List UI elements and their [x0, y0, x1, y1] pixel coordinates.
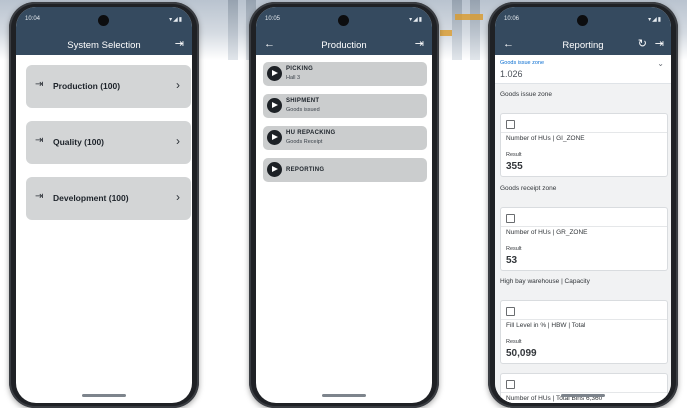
- logout-icon[interactable]: ⇥: [415, 37, 424, 51]
- app-bar: 10:04 ▾◢▮ System Selection ⇥: [16, 7, 192, 55]
- item-subtitle: Goods Receipt: [286, 139, 323, 145]
- chevron-right-icon: ›: [176, 78, 180, 92]
- chevron-down-icon: ⌄: [657, 59, 664, 68]
- zone-select-label: Goods issue zone: [500, 60, 545, 66]
- play-icon: [267, 98, 282, 113]
- list-item-reporting[interactable]: REPORTING: [263, 158, 427, 182]
- system-item-label: Production (100): [53, 81, 121, 91]
- screen: 10:04 ▾◢▮ System Selection ⇥ ⇥ Productio…: [16, 7, 192, 403]
- item-title: SHIPMENT: [286, 98, 320, 104]
- checkbox-icon[interactable]: [506, 120, 515, 129]
- kpi-tile-gr-zone[interactable]: Number of HUs | GR_ZONE Result 53: [500, 207, 668, 271]
- result-label: Result: [506, 152, 522, 158]
- checkbox-icon[interactable]: [506, 214, 515, 223]
- tile-name: Fill Level in % | HBW | Total: [506, 322, 586, 329]
- home-indicator[interactable]: [82, 394, 126, 397]
- logout-icon[interactable]: ⇥: [655, 37, 664, 51]
- result-value: 50,099: [506, 348, 537, 359]
- logout-icon[interactable]: ⇥: [175, 37, 184, 51]
- item-subtitle: Hall 3: [286, 75, 301, 81]
- result-label: Result: [506, 339, 522, 345]
- play-icon: [267, 130, 282, 145]
- list-item-hu-repacking[interactable]: HU REPACKING Goods Receipt: [263, 126, 427, 150]
- kpi-tile-hbw-fill-level[interactable]: Fill Level in % | HBW | Total Result 50,…: [500, 300, 668, 364]
- enter-icon: ⇥: [35, 135, 44, 146]
- zone-select[interactable]: Goods issue zone 1.026 ⌄: [495, 55, 671, 84]
- status-icons: ▾◢▮: [169, 17, 183, 23]
- enter-icon: ⇥: [35, 79, 44, 90]
- checkbox-icon[interactable]: [506, 380, 515, 389]
- tile-name: Number of HUs | GI_ZONE: [506, 135, 585, 142]
- app-bar: 10:05 ▾◢▮ ← Production ⇥: [256, 7, 432, 55]
- refresh-icon[interactable]: ↻: [638, 37, 647, 51]
- screen: 10:05 ▾◢▮ ← Production ⇥ PICKING Hall 3 …: [256, 7, 432, 403]
- home-indicator[interactable]: [322, 394, 366, 397]
- screen: 10:06 ▾◢▮ ← Reporting ↻ ⇥ Goods issue zo…: [495, 7, 671, 403]
- system-item-production[interactable]: ⇥ Production (100) ›: [26, 65, 191, 108]
- chevron-right-icon: ›: [176, 190, 180, 204]
- status-icons: ▾◢▮: [409, 17, 423, 23]
- home-indicator[interactable]: [561, 394, 605, 397]
- list-item-shipment[interactable]: SHIPMENT Goods issued: [263, 94, 427, 118]
- kpi-tile-gi-zone[interactable]: Number of HUs | GI_ZONE Result 355: [500, 113, 668, 177]
- item-title: HU REPACKING: [286, 130, 336, 136]
- kpi-tile-total-bins[interactable]: Number of HUs | Total Bins 6,360: [500, 373, 668, 403]
- page-title: System Selection: [67, 40, 141, 51]
- checkbox-icon[interactable]: [506, 307, 515, 316]
- play-icon: [267, 66, 282, 81]
- status-time: 10:05: [265, 16, 281, 22]
- system-item-label: Quality (100): [53, 137, 105, 147]
- status-time: 10:06: [504, 16, 520, 22]
- camera-icon: [338, 15, 349, 26]
- group-title: Goods issue zone: [500, 91, 553, 98]
- tile-name: Number of HUs | GR_ZONE: [506, 229, 588, 236]
- item-title: PICKING: [286, 66, 314, 72]
- result-label: Result: [506, 246, 522, 252]
- result-value: 53: [506, 255, 518, 266]
- phone-production: 10:05 ▾◢▮ ← Production ⇥ PICKING Hall 3 …: [249, 2, 439, 408]
- list-item-picking[interactable]: PICKING Hall 3: [263, 62, 427, 86]
- status-icons: ▾◢▮: [648, 17, 662, 23]
- system-item-label: Development (100): [53, 193, 129, 203]
- group-title: Goods receipt zone: [500, 185, 557, 192]
- group-title: High bay warehouse | Capacity: [500, 278, 590, 285]
- camera-icon: [577, 15, 588, 26]
- page-title: Production: [321, 40, 367, 51]
- result-value: 355: [506, 161, 523, 172]
- enter-icon: ⇥: [35, 191, 44, 202]
- system-item-quality[interactable]: ⇥ Quality (100) ›: [26, 121, 191, 164]
- play-icon: [267, 162, 282, 177]
- zone-select-value: 1.026: [500, 69, 523, 79]
- system-item-development[interactable]: ⇥ Development (100) ›: [26, 177, 191, 220]
- camera-icon: [98, 15, 109, 26]
- item-title: REPORTING: [286, 167, 325, 173]
- app-bar: 10:06 ▾◢▮ ← Reporting ↻ ⇥: [495, 7, 671, 55]
- status-time: 10:04: [25, 16, 41, 22]
- chevron-right-icon: ›: [176, 134, 180, 148]
- item-subtitle: Goods issued: [286, 107, 320, 113]
- phone-reporting: 10:06 ▾◢▮ ← Reporting ↻ ⇥ Goods issue zo…: [488, 2, 678, 408]
- phone-system-selection: 10:04 ▾◢▮ System Selection ⇥ ⇥ Productio…: [9, 2, 199, 408]
- report-content[interactable]: Goods issue zone 1.026 ⌄ Goods issue zon…: [495, 55, 671, 403]
